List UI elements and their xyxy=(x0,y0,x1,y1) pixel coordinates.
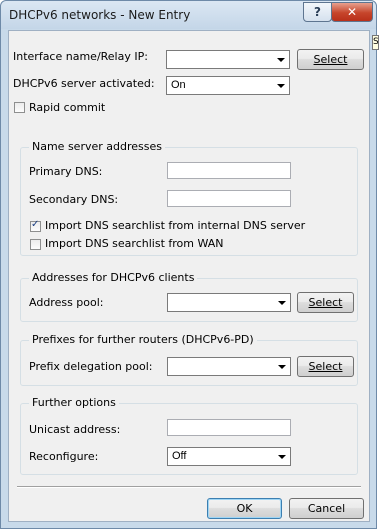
cancel-button[interactable]: Cancel xyxy=(289,498,364,519)
window-title: DHCPv6 networks - New Entry xyxy=(9,8,191,22)
rapid-commit-label: Rapid commit xyxy=(29,101,106,114)
secondary-dns-input[interactable] xyxy=(167,190,291,207)
import-wan-label: Import DNS searchlist from WAN xyxy=(45,237,224,250)
import-wan-checkbox[interactable] xyxy=(30,239,41,250)
interface-select-label: Select xyxy=(313,53,348,66)
dns-group-title: Name server addresses xyxy=(29,140,165,153)
close-button[interactable]: ✕ xyxy=(331,2,373,22)
interface-select-button[interactable]: Select xyxy=(297,49,364,70)
interface-combo[interactable] xyxy=(166,50,290,69)
primary-dns-input[interactable] xyxy=(167,162,291,179)
prefix-pool-select-label: Select xyxy=(308,360,343,373)
address-pool-combo[interactable] xyxy=(167,293,291,312)
further-group-title: Further options xyxy=(29,396,119,409)
reconfigure-combo[interactable]: Off xyxy=(167,447,291,466)
chevron-down-icon xyxy=(278,455,286,459)
address-pool-select-button[interactable]: Select xyxy=(297,292,354,313)
address-pool-label: Address pool: xyxy=(29,296,104,309)
clients-group: Addresses for DHCPv6 clients Address poo… xyxy=(20,271,358,322)
primary-dns-label: Primary DNS: xyxy=(29,165,103,178)
dialog-body: Interface name/Relay IP: Select DHCPv6 s… xyxy=(8,30,370,522)
server-activated-label: DHCPv6 server activated: xyxy=(13,77,155,90)
edge-fragment-text: S xyxy=(373,37,379,47)
import-internal-label: Import DNS searchlist from internal DNS … xyxy=(45,219,306,232)
help-button[interactable]: ? xyxy=(303,2,332,22)
chevron-down-icon xyxy=(277,58,285,62)
unicast-input[interactable] xyxy=(167,419,291,436)
import-internal-checkbox[interactable]: ✓ xyxy=(30,219,41,232)
clients-group-title: Addresses for DHCPv6 clients xyxy=(29,271,198,284)
server-activated-combo[interactable]: On xyxy=(166,76,290,95)
unicast-label: Unicast address: xyxy=(29,423,121,436)
check-icon: ✓ xyxy=(31,219,40,230)
secondary-dns-label: Secondary DNS: xyxy=(29,193,119,206)
address-pool-select-label: Select xyxy=(308,296,343,309)
prefix-pool-label: Prefix delegation pool: xyxy=(29,360,153,373)
prefix-group-title: Prefixes for further routers (DHCPv6-PD) xyxy=(29,333,257,346)
prefix-pool-select-button[interactable]: Select xyxy=(297,356,354,377)
server-activated-value: On xyxy=(171,79,186,91)
chevron-down-icon xyxy=(278,365,286,369)
footer-divider xyxy=(17,486,361,488)
reconfigure-label: Reconfigure: xyxy=(29,450,99,463)
chevron-down-icon xyxy=(278,301,286,305)
background-tooltip-fragment: S xyxy=(372,35,379,50)
chevron-down-icon xyxy=(277,84,285,88)
rapid-commit-checkbox[interactable] xyxy=(14,102,25,113)
interface-label: Interface name/Relay IP: xyxy=(13,50,148,63)
further-group: Further options Unicast address: Reconfi… xyxy=(20,396,358,475)
dns-group: Name server addresses Primary DNS: Secon… xyxy=(20,140,358,256)
title-bar[interactable]: DHCPv6 networks - New Entry ? ✕ xyxy=(1,1,376,29)
ok-button[interactable]: OK xyxy=(207,498,282,519)
prefix-pool-combo[interactable] xyxy=(167,357,291,376)
dialog-window: DHCPv6 networks - New Entry ? ✕ Interfac… xyxy=(0,0,377,529)
reconfigure-value: Off xyxy=(172,450,187,462)
prefix-group: Prefixes for further routers (DHCPv6-PD)… xyxy=(20,333,358,386)
